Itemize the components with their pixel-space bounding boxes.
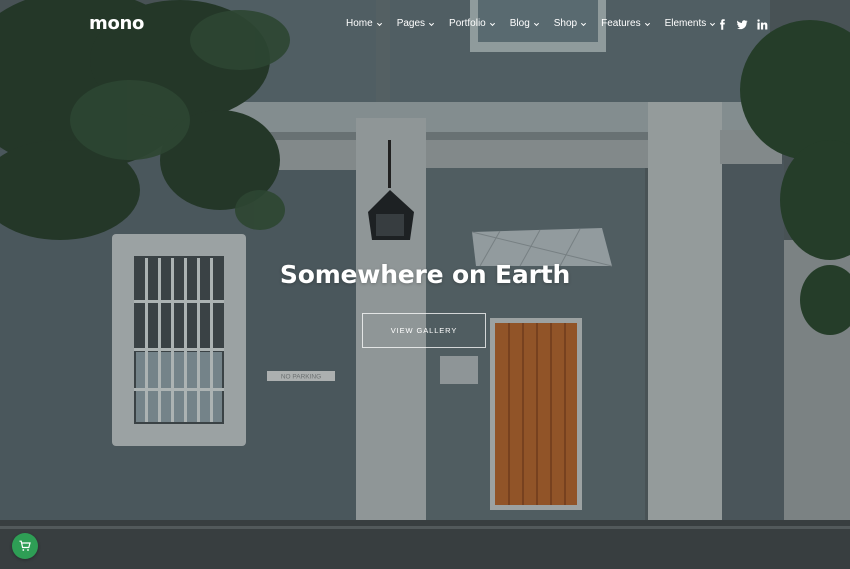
social-links: [712, 17, 772, 31]
nav-item-portfolio[interactable]: Portfolio: [449, 17, 496, 31]
nav-item-features[interactable]: Features: [601, 17, 650, 31]
nav-item-label: Pages: [396, 18, 426, 29]
nav-item-elements[interactable]: Elements: [665, 17, 717, 31]
top-navbar: mono Home Pages Portfolio Blog Shop Feat…: [0, 0, 850, 48]
site-logo[interactable]: mono: [89, 12, 144, 36]
linkedin-icon: [756, 18, 767, 30]
view-gallery-button[interactable]: VIEW GALLERY: [362, 313, 486, 348]
plaque-text: NO PARKING: [281, 374, 321, 381]
hero-section: mono Home Pages Portfolio Blog Shop Feat…: [0, 0, 850, 569]
chevron-down-icon: [533, 22, 539, 26]
no-parking-plaque: NO PARKING: [281, 374, 321, 381]
twitter-link[interactable]: [732, 17, 752, 31]
nav-item-blog[interactable]: Blog: [510, 17, 540, 31]
nav-item-label: Blog: [509, 18, 530, 29]
nav-item-label: Portfolio: [449, 18, 486, 29]
chevron-down-icon: [644, 22, 650, 26]
chevron-down-icon: [489, 22, 495, 26]
chevron-down-icon: [428, 22, 435, 26]
nav-item-label: Home: [346, 18, 373, 29]
facebook-icon: [719, 18, 725, 30]
nav-item-label: Shop: [553, 18, 578, 29]
nav-item-label: Elements: [664, 18, 707, 29]
chevron-down-icon: [376, 22, 382, 26]
nav-item-home[interactable]: Home: [346, 17, 383, 31]
twitter-icon: [736, 19, 748, 29]
nav-item-label: Features: [601, 18, 641, 29]
cart-icon: [19, 540, 31, 551]
main-menu: Home Pages Portfolio Blog Shop Features: [346, 17, 730, 31]
nav-item-pages[interactable]: Pages: [397, 17, 435, 31]
chevron-down-icon: [581, 22, 587, 26]
floating-cart-button[interactable]: [12, 533, 38, 559]
nav-item-shop[interactable]: Shop: [554, 17, 587, 31]
linkedin-link[interactable]: [752, 17, 772, 31]
facebook-link[interactable]: [712, 17, 732, 31]
hero-title: Somewhere on Earth: [279, 260, 571, 289]
